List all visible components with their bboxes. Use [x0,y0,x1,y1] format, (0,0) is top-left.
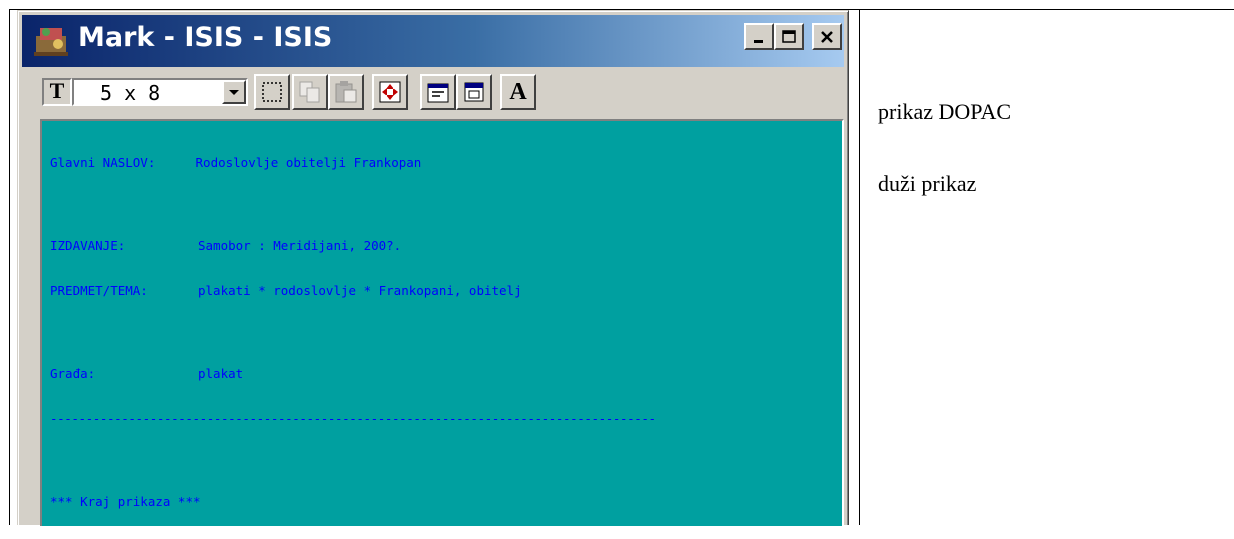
title-value: Rodoslovlje obitelji Frankopan [195,155,422,170]
font-button[interactable]: A [500,74,536,110]
font-size-select[interactable]: 5 x 8 [72,78,248,106]
record-row-material: Građa: plakat [50,366,656,381]
minimize-button[interactable] [744,23,774,50]
record-row-subject: PREDMET/TEMA: plakati * rodoslovlje * Fra… [50,283,656,298]
window-title: Mark - ISIS - ISIS [78,22,333,53]
maximize-icon [782,29,796,43]
maximize-button[interactable] [774,23,804,50]
note-longer-display: duži prikaz [878,171,977,196]
subject-value: plakati * rodoslovlje * Frankopani, obit… [198,283,522,298]
close-icon [821,30,833,43]
notes-cell: prikaz DOPAC duži prikaz [860,10,1234,525]
fit-window-icon [379,81,401,103]
close-button[interactable] [812,23,842,50]
material-value: plakat [198,366,244,381]
properties-icon [427,83,449,103]
publication-value: Samobor : Meridijani, 200?. [198,238,402,253]
dropdown-arrow-button[interactable] [222,80,246,104]
minimize-icon [754,39,763,43]
select-all-icon [262,82,282,102]
font-size-value: 5 x 8 [100,81,161,105]
copy-button[interactable] [292,74,328,110]
app-icon [34,28,68,56]
subject-label: PREDMET/TEMA: [50,283,148,298]
toolbar: T 5 x 8 A [22,68,844,118]
paste-icon [335,81,357,103]
record-row-title: Glavni NASLOV: Rodoslovlje obitelji Fran… [50,155,656,170]
title-label: Glavni NASLOV: [50,155,156,170]
paste-button[interactable] [328,74,364,110]
font-a-icon: A [509,78,527,105]
publication-label: IZDAVANJE: [50,238,126,253]
record-text: Glavni NASLOV: Rodoslovlje obitelji Fran… [50,125,656,539]
record-row-publication: IZDAVANJE: Samobor : Meridijani, 200?. [50,238,656,253]
end-of-display-text: *** Kraj prikaza *** [50,494,201,509]
isis-window: Mark - ISIS - ISIS T 5 x 8 A Glavni NASL… [17,10,849,526]
title-bar[interactable]: Mark - ISIS - ISIS [22,15,844,67]
select-all-button[interactable] [254,74,290,110]
note-dopac-display: prikaz DOPAC [878,99,1012,124]
new-window-button[interactable] [456,74,492,110]
fit-window-button[interactable] [372,74,408,110]
font-type-icon: T [42,78,72,106]
chevron-down-icon [229,90,239,95]
copy-icon [299,81,320,103]
separator-line: ----------------------------------------… [50,411,656,426]
new-window-icon [464,82,484,102]
material-label: Građa: [50,366,96,381]
properties-button[interactable] [420,74,456,110]
record-display[interactable]: Glavni NASLOV: Rodoslovlje obitelji Fran… [40,119,844,526]
